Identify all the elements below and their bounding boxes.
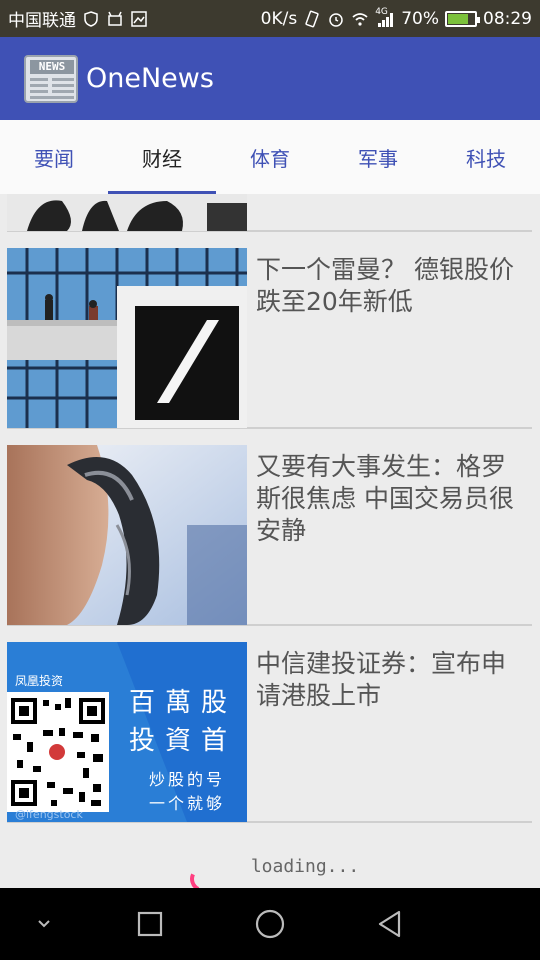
back-icon[interactable] <box>360 888 420 960</box>
news-thumbnail <box>7 445 247 625</box>
app-title: OneNews <box>86 63 214 94</box>
news-title: 下一个雷曼？ 德银股价跌至20年新低 <box>256 255 514 316</box>
wifi-icon <box>352 12 368 26</box>
qr-ad-tagline-1: 炒股的号 <box>149 770 226 789</box>
battery-percent: 70% <box>401 8 439 29</box>
carrier-label: 中国联通 <box>8 11 76 31</box>
tab-caijing[interactable]: 财经 <box>108 120 216 194</box>
qr-ad-slogan-2: 投資首 <box>129 726 238 756</box>
status-bar: 中国联通 0K/s 4G 70% 08:29 <box>0 0 540 37</box>
shield-icon <box>84 10 98 27</box>
network-type: 4G <box>375 6 388 17</box>
clock: 08:29 <box>483 8 532 29</box>
tab-junshi[interactable]: 军事 <box>324 120 432 194</box>
qr-ad-handle: @ifengstock <box>15 808 83 821</box>
system-nav-bar <box>0 888 540 960</box>
loading-text: loading... <box>250 856 360 877</box>
home-icon[interactable] <box>240 888 300 960</box>
tab-keji[interactable]: 科技 <box>432 120 540 194</box>
battery-icon <box>445 10 480 27</box>
qr-ad-slogan-1: 百萬股 <box>129 688 238 718</box>
qr-ad-brand: 凤凰投资 <box>15 674 64 688</box>
recent-apps-icon[interactable] <box>120 888 180 960</box>
news-thumbnail <box>7 248 247 428</box>
news-title: 又要有大事发生：格罗斯很焦虑 中国交易员很安静 <box>256 452 514 545</box>
network-speed: 0K/s <box>260 8 298 29</box>
news-thumbnail: 凤凰投资 百萬股 投資首 炒股的号 一个就够 @ifengstock <box>7 642 247 822</box>
tab-tiyu[interactable]: 体育 <box>216 120 324 194</box>
news-thumbnail <box>7 194 247 231</box>
vibrate-icon <box>305 10 319 27</box>
news-title <box>247 194 532 230</box>
chevron-down-icon[interactable] <box>20 888 68 960</box>
alarm-icon <box>329 12 343 27</box>
news-item[interactable]: 下一个雷曼？ 德银股价跌至20年新低 <box>7 248 532 429</box>
news-item[interactable]: 又要有大事发生：格罗斯很焦虑 中国交易员很安静 <box>7 445 532 626</box>
tab-yaowen[interactable]: 要闻 <box>0 120 108 194</box>
category-tabs: 要闻 财经 体育 军事 科技 <box>0 120 540 194</box>
newspaper-logo-icon: NEWS <box>24 54 78 103</box>
robot-icon <box>108 11 122 26</box>
image-icon <box>131 10 147 27</box>
app-bar: NEWS OneNews <box>0 37 540 120</box>
news-item[interactable] <box>7 194 532 232</box>
qr-ad-tagline-2: 一个就够 <box>149 794 226 813</box>
news-list[interactable]: 下一个雷曼？ 德银股价跌至20年新低 又要有大事发生：格罗斯很焦虑 中国交易员很… <box>0 194 540 888</box>
news-item[interactable]: 凤凰投资 百萬股 投資首 炒股的号 一个就够 @ifengstock 中信建投证… <box>7 642 532 823</box>
news-title: 中信建投证券：宣布申请港股上市 <box>256 649 507 710</box>
